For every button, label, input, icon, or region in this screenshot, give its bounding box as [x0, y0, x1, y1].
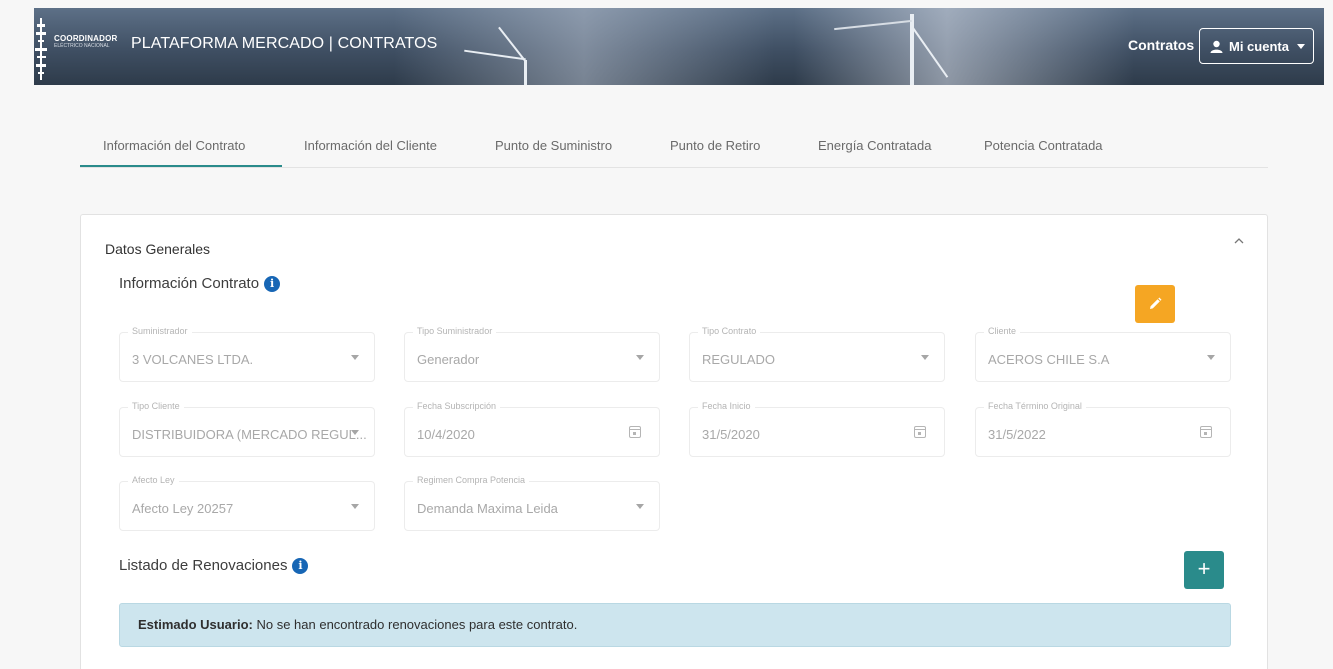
informacion-contrato-title: Información Contrato: [119, 275, 260, 292]
coordinador-logo-icon: [35, 18, 47, 80]
field-value: 31/5/2020: [702, 427, 760, 442]
dropdown-arrow-icon: [1207, 355, 1215, 360]
pencil-icon: [1150, 297, 1162, 309]
calendar-icon[interactable]: [914, 426, 926, 438]
field-value: REGULADO: [702, 352, 775, 367]
info-icon[interactable]: i: [264, 275, 281, 292]
dropdown-arrow-icon: [636, 355, 644, 360]
tipo-cliente-select[interactable]: Tipo Cliente DISTRIBUIDORA (MERCADO REGU…: [119, 401, 375, 457]
field-label: Cliente: [984, 326, 1021, 336]
tab-potencia-contratada[interactable]: Potencia Contratada: [984, 138, 1103, 153]
tab-energia-contratada[interactable]: Energía Contratada: [818, 138, 931, 153]
page: COORDINADOR ELÉCTRICO NACIONAL PLATAFORM…: [0, 0, 1333, 669]
fecha-subscripcion-date[interactable]: Fecha Subscripción 10/4/2020: [404, 401, 660, 457]
field-value: 3 VOLCANES LTDA.: [132, 352, 254, 367]
header-bar: COORDINADOR ELÉCTRICO NACIONAL PLATAFORM…: [34, 8, 1324, 85]
tab-informacion-contrato[interactable]: Información del Contrato: [103, 138, 245, 153]
datos-generales-card: Datos Generales Información Contrato i S…: [80, 214, 1268, 669]
account-dropdown-button[interactable]: Mi cuenta: [1199, 28, 1314, 64]
dropdown-arrow-icon: [636, 504, 644, 509]
calendar-icon[interactable]: [1200, 426, 1212, 438]
suministrador-select[interactable]: Suministrador 3 VOLCANES LTDA.: [119, 326, 375, 382]
afecto-ley-select[interactable]: Afecto Ley Afecto Ley 20257: [119, 475, 375, 531]
field-label: Fecha Término Original: [984, 401, 1086, 411]
field-value: Afecto Ley 20257: [132, 501, 234, 516]
dropdown-arrow-icon: [921, 355, 929, 360]
dropdown-arrow-icon: [351, 430, 359, 435]
chevron-up-icon[interactable]: [1233, 235, 1245, 247]
edit-button[interactable]: [1135, 285, 1175, 323]
field-value: ACEROS CHILE S.A: [988, 352, 1110, 367]
field-label: Suministrador: [128, 326, 192, 336]
tipo-suministrador-select[interactable]: Tipo Suministrador Generador: [404, 326, 660, 382]
field-value: Demanda Maxima Leida: [417, 501, 558, 516]
field-label: Tipo Suministrador: [413, 326, 497, 336]
alert-message: No se han encontrado renovaciones para e…: [252, 617, 578, 632]
no-renewals-alert: Estimado Usuario: No se han encontrado r…: [119, 603, 1231, 647]
calendar-icon[interactable]: [629, 426, 641, 438]
field-label: Tipo Cliente: [128, 401, 184, 411]
field-label: Regimen Compra Potencia: [413, 475, 530, 485]
wind-turbine-image: [524, 60, 527, 85]
renovaciones-title: Listado de Renovaciones: [119, 557, 288, 574]
tab-informacion-cliente[interactable]: Información del Cliente: [304, 138, 437, 153]
field-label: Fecha Inicio: [698, 401, 755, 411]
logo-text: COORDINADOR: [54, 34, 118, 43]
field-label: Tipo Contrato: [698, 326, 761, 336]
regimen-compra-potencia-select[interactable]: Regimen Compra Potencia Demanda Maxima L…: [404, 475, 660, 531]
alert-strong-text: Estimado Usuario:: [138, 617, 253, 632]
tab-punto-suministro[interactable]: Punto de Suministro: [495, 138, 612, 153]
fecha-termino-original-date[interactable]: Fecha Término Original 31/5/2022: [975, 401, 1231, 457]
field-value: 31/5/2022: [988, 427, 1046, 442]
field-label: Afecto Ley: [128, 475, 179, 485]
dropdown-arrow-icon: [351, 504, 359, 509]
add-renovacion-button[interactable]: +: [1184, 551, 1224, 589]
field-label: Fecha Subscripción: [413, 401, 501, 411]
tipo-contrato-select[interactable]: Tipo Contrato REGULADO: [689, 326, 945, 382]
renovaciones-heading: Listado de Renovaciones i: [119, 557, 309, 574]
fecha-inicio-date[interactable]: Fecha Inicio 31/5/2020: [689, 401, 945, 457]
info-icon[interactable]: i: [292, 557, 309, 574]
nav-link-contratos[interactable]: Contratos: [1128, 37, 1194, 53]
user-icon: [1210, 40, 1223, 53]
field-value: Generador: [417, 352, 480, 367]
tab-punto-retiro[interactable]: Punto de Retiro: [670, 138, 760, 153]
field-value: 10/4/2020: [417, 427, 475, 442]
app-title: PLATAFORMA MERCADO | CONTRATOS: [131, 35, 438, 52]
dropdown-arrow-icon: [351, 355, 359, 360]
logo-subtext: ELÉCTRICO NACIONAL: [54, 43, 110, 49]
field-value: DISTRIBUIDORA (MERCADO REGUL...: [132, 427, 367, 442]
active-tab-indicator: [80, 165, 282, 167]
card-title: Datos Generales: [105, 241, 211, 257]
account-label: Mi cuenta: [1229, 38, 1289, 54]
tab-bar: Información del Contrato Información del…: [80, 128, 1268, 168]
informacion-contrato-heading: Información Contrato i: [119, 275, 281, 292]
caret-down-icon: [1296, 43, 1305, 49]
cliente-select[interactable]: Cliente ACEROS CHILE S.A: [975, 326, 1231, 382]
